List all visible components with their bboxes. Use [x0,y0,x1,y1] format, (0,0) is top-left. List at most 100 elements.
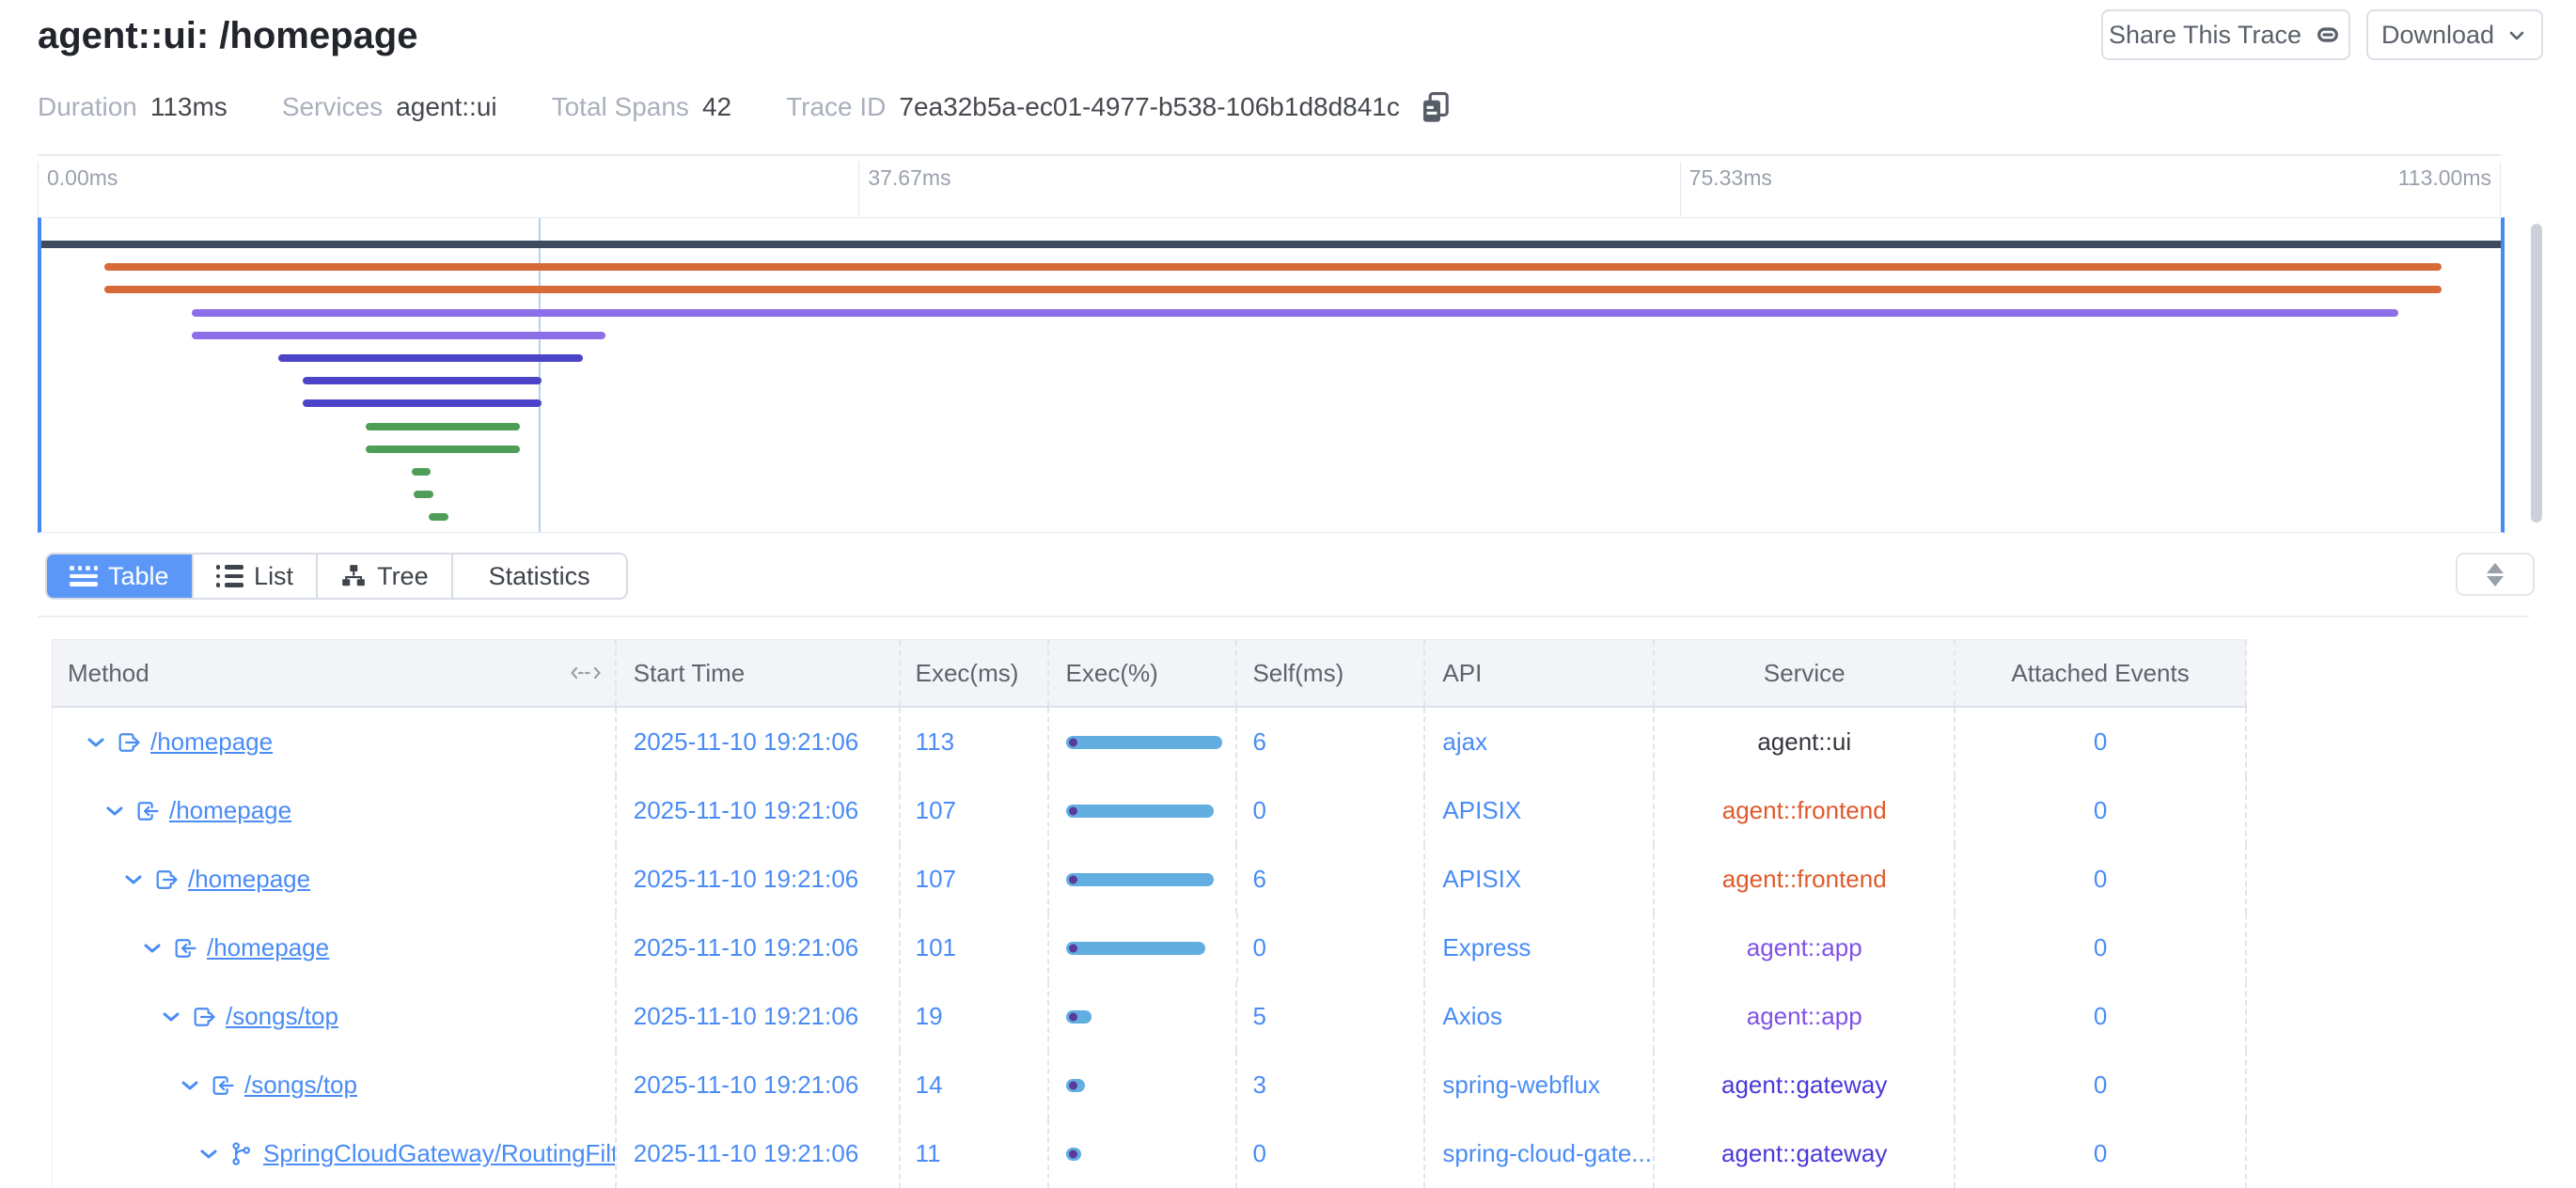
exec-ms-cell: 107 [901,776,1049,845]
ruler-tick [1680,162,1681,216]
caret-up-icon [2487,563,2504,573]
trace-span-bar[interactable] [278,354,583,362]
service-cell: agent::gateway [1655,1051,1956,1119]
trace-span-bar[interactable] [192,309,2398,317]
start-time-cell: 2025-11-10 19:21:06 [617,914,901,982]
chevron-down-icon[interactable] [123,873,144,886]
trace-span-bar[interactable] [414,491,433,498]
span-method-link[interactable]: /homepage [188,865,310,894]
column-resize-icon[interactable] [570,664,602,681]
entry-span-icon [210,1072,236,1099]
share-trace-button[interactable]: Share This Trace [2101,9,2350,60]
trace-span-bar[interactable] [104,263,2442,271]
self-ms-cell: 5 [1237,982,1425,1051]
copy-icon[interactable] [1419,90,1451,124]
start-time-cell: 2025-11-10 19:21:06 [617,708,901,776]
tab-list[interactable]: List [192,555,317,598]
exec-percent-cell [1049,845,1238,914]
api-cell: APISIX [1425,776,1655,845]
tab-table[interactable]: Table [47,555,192,598]
entry-span-icon [134,798,161,824]
services-meta: Services agent::ui [282,92,497,122]
self-ms-cell: 0 [1238,914,1426,982]
exec-percent-cell [1049,776,1238,845]
exec-ms-cell: 107 [901,845,1049,914]
trace-span-bar[interactable] [104,286,2442,293]
trace-span-bar[interactable] [303,399,542,407]
ruler-label: 0.00ms [47,165,118,191]
exec-percent-bar [1066,805,1214,818]
ruler-label: 37.67ms [868,165,950,191]
span-method-link[interactable]: /songs/top [226,1002,338,1031]
trace-span-bar[interactable] [366,446,520,453]
chevron-down-icon [2505,23,2528,46]
attached-events-cell: 0 [1956,982,2247,1051]
tab-statistics-label: Statistics [489,562,590,591]
trace-span-bar[interactable] [429,513,448,521]
section-divider [38,616,2529,617]
table-row: /homepage2025-11-10 19:21:061070APISIXag… [52,776,2247,845]
download-button-label: Download [2381,21,2494,50]
start-time-cell: 2025-11-10 19:21:06 [617,776,901,845]
trace-meta: Duration 113ms Services agent::ui Total … [38,90,1451,124]
table-body: /homepage2025-11-10 19:21:061136ajaxagen… [52,708,2247,1188]
tab-tree[interactable]: Tree [316,555,451,598]
exec-percent-cell [1049,914,1238,982]
service-cell: agent::app [1655,982,1956,1051]
trace-span-bar[interactable] [303,377,542,384]
self-ms-cell: 0 [1237,1119,1425,1188]
timeline-ruler: 0.00ms 37.67ms 75.33ms 113.00ms [38,154,2501,216]
ruler-tick [858,162,859,216]
method-cell: /homepage [53,708,617,776]
chevron-down-icon[interactable] [198,1148,219,1161]
exec-percent-cell [1049,1119,1238,1188]
duration-label: Duration [38,92,137,122]
column-header-label: Method [68,659,149,688]
trace-span-bar[interactable] [366,423,520,430]
chevron-down-icon[interactable] [104,805,125,818]
trace-span-bar[interactable] [41,241,2501,248]
chevron-down-icon[interactable] [180,1079,200,1092]
span-method-link[interactable]: SpringCloudGateway/RoutingFilter [263,1139,617,1168]
attached-events-cell: 0 [1956,1051,2247,1119]
chart-scrollbar-thumb[interactable] [2531,224,2542,523]
total-spans-meta: Total Spans 42 [552,92,731,122]
self-ms-cell: 6 [1237,708,1425,776]
span-method-link[interactable]: /homepage [169,796,291,825]
exit-span-icon [191,1004,217,1030]
span-method-link[interactable]: /songs/top [244,1071,357,1100]
span-method-link[interactable]: /homepage [207,933,329,962]
api-cell: spring-cloud-gate... [1425,1119,1655,1188]
ruler-label: 75.33ms [1689,165,1772,191]
chevron-down-icon[interactable] [161,1010,181,1024]
page-title: agent::ui: /homepage [38,15,417,57]
chevron-down-icon[interactable] [86,736,106,749]
caret-sort-button[interactable] [2456,553,2535,596]
chevron-down-icon[interactable] [142,942,163,955]
column-header-method: Method [53,640,617,706]
self-ms-cell: 3 [1237,1051,1425,1119]
trace-waterfall-chart [38,217,2505,533]
share-button-label: Share This Trace [2109,21,2301,50]
column-header-exec-ms-: Exec(ms) [901,640,1049,706]
exec-percent-cell [1049,982,1238,1051]
exec-percent-cell [1049,1051,1238,1119]
table-row: /homepage2025-11-10 19:21:061010Expressa… [52,914,2247,982]
ruler-label: 113.00ms [2398,165,2491,191]
api-cell: spring-webflux [1425,1051,1655,1119]
tab-list-label: List [254,562,293,591]
exec-ms-cell: 113 [901,708,1049,776]
trace-span-bar[interactable] [192,332,605,339]
service-cell: agent::frontend [1655,776,1956,845]
table-row: /songs/top2025-11-10 19:21:06143spring-w… [52,1051,2247,1119]
exec-percent-bar [1066,942,1205,955]
self-time-dot [1069,875,1077,883]
total-spans-label: Total Spans [552,92,689,122]
span-method-link[interactable]: /homepage [150,727,273,757]
trace-detail-page: agent::ui: /homepage Share This Trace Do… [0,0,2576,1188]
tab-statistics[interactable]: Statistics [451,555,626,598]
attached-events-cell: 0 [1956,1119,2247,1188]
download-button[interactable]: Download [2366,9,2543,60]
method-cell: /songs/top [53,1051,617,1119]
trace-span-bar[interactable] [412,468,432,476]
